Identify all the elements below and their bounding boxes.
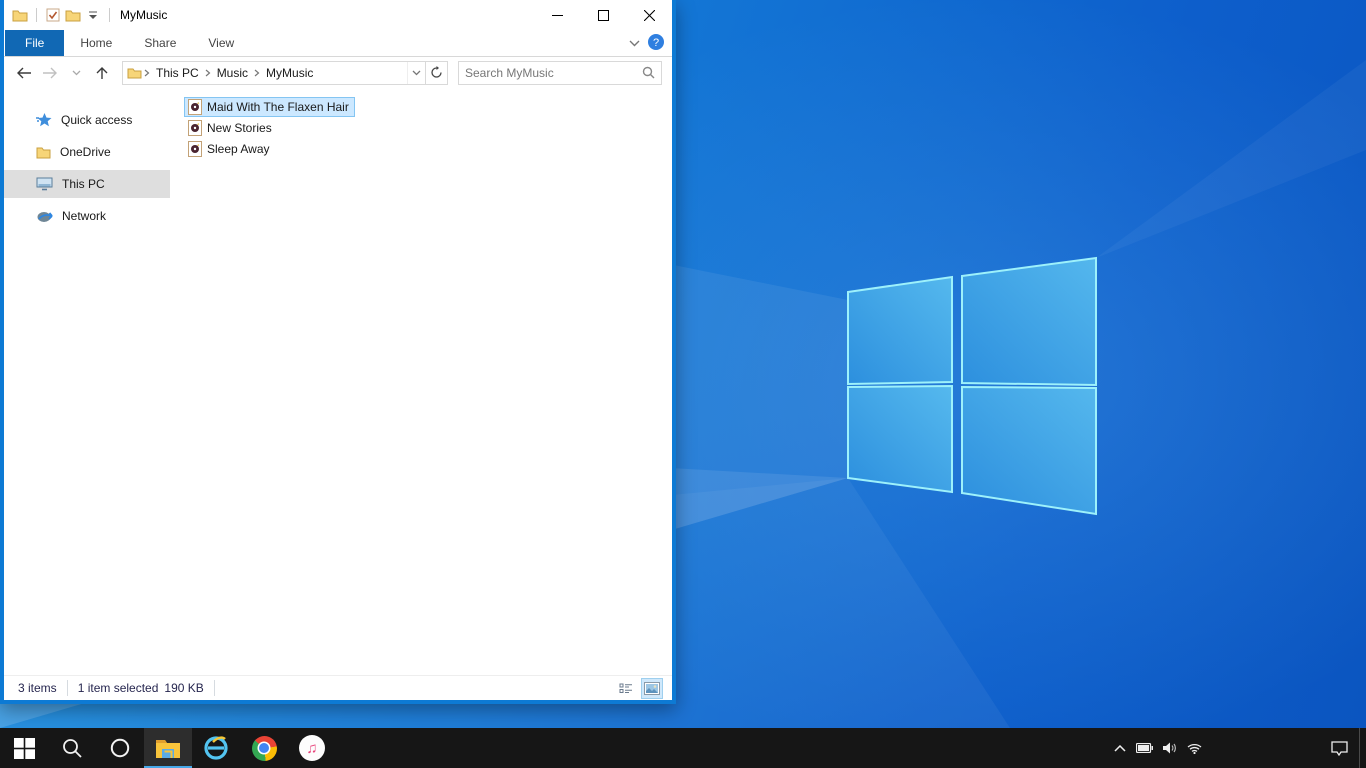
help-icon[interactable]: ? (648, 33, 664, 53)
file-list: Maid With The Flaxen Hair New Stories Sl… (170, 88, 672, 675)
file-explorer-icon (156, 740, 180, 758)
collapse-ribbon-chevron-icon[interactable] (629, 36, 640, 50)
address-dropdown-chevron-icon[interactable] (407, 61, 425, 84)
magnifier-icon[interactable] (642, 66, 655, 79)
minimize-button[interactable] (534, 0, 580, 30)
breadcrumb-chevron-icon (144, 69, 150, 76)
navigation-pane: Quick access OneDrive This PC Network (4, 88, 170, 675)
system-tray (1107, 728, 1366, 768)
up-icon[interactable] (90, 61, 114, 85)
status-selection-size: 190 KB (164, 681, 204, 695)
details-view-icon[interactable] (616, 679, 636, 698)
sidebar-item-onedrive[interactable]: OneDrive (4, 138, 170, 166)
divider (109, 8, 110, 22)
internet-explorer-icon (204, 736, 228, 760)
audio-file-icon (188, 141, 202, 157)
show-desktop-button[interactable] (1359, 728, 1366, 768)
taskbar-chrome-button[interactable] (240, 728, 288, 768)
close-button[interactable] (626, 0, 672, 30)
monitor-icon (36, 177, 53, 191)
taskbar-search-button[interactable] (48, 728, 96, 768)
tab-home[interactable]: Home (64, 30, 128, 56)
search-icon (63, 739, 82, 758)
properties-check-icon[interactable] (43, 4, 63, 26)
sidebar-item-this-pc[interactable]: This PC (4, 170, 170, 198)
volume-icon[interactable] (1157, 728, 1182, 768)
recent-chevron-icon[interactable] (64, 61, 88, 85)
qat-dropdown-icon[interactable] (83, 4, 103, 26)
itunes-icon: ♫ (299, 735, 325, 761)
taskbar-internet-explorer-button[interactable] (192, 728, 240, 768)
network-icon (37, 212, 53, 222)
file-explorer-window: MyMusic File Home Share View ? This PC M… (0, 0, 676, 704)
search-box[interactable] (458, 60, 662, 85)
title-bar: MyMusic (4, 0, 672, 30)
breadcrumb-music[interactable]: Music (213, 64, 252, 82)
status-bar: 3 items 1 item selected 190 KB (4, 675, 672, 700)
svg-text:?: ? (653, 37, 659, 49)
window-title: MyMusic (120, 8, 168, 22)
wifi-icon[interactable] (1182, 728, 1207, 768)
tab-view[interactable]: View (192, 30, 250, 56)
sidebar-item-network[interactable]: Network (4, 202, 170, 230)
system-folder-icon[interactable] (10, 4, 30, 26)
search-input[interactable] (465, 65, 642, 80)
quick-access-star-icon (36, 112, 52, 126)
refresh-icon[interactable] (425, 61, 447, 84)
forward-icon[interactable] (38, 61, 62, 85)
cortana-circle-icon (110, 738, 130, 758)
back-icon[interactable] (12, 61, 36, 85)
divider (213, 680, 215, 696)
tray-expand-chevron-icon[interactable] (1107, 728, 1132, 768)
ribbon-tabs: File Home Share View ? (4, 30, 672, 57)
file-row[interactable]: Sleep Away (184, 139, 276, 159)
breadcrumb-chevron-icon (205, 69, 211, 76)
address-folder-icon (127, 67, 142, 79)
new-folder-icon[interactable] (63, 4, 83, 26)
breadcrumb-mymusic[interactable]: MyMusic (262, 64, 317, 82)
action-center-icon[interactable] (1319, 728, 1359, 768)
breadcrumb-chevron-icon (254, 69, 260, 76)
status-item-count: 3 items (18, 681, 57, 695)
sidebar-item-quick-access[interactable]: Quick access (4, 106, 170, 134)
battery-icon[interactable] (1132, 728, 1157, 768)
breadcrumb-this-pc[interactable]: This PC (152, 64, 203, 82)
windows-logo (847, 256, 1097, 516)
navigation-bar: This PC Music MyMusic (4, 57, 672, 88)
file-row[interactable]: New Stories (184, 118, 278, 138)
taskbar-file-explorer-button[interactable] (144, 728, 192, 768)
maximize-button[interactable] (580, 0, 626, 30)
tab-file[interactable]: File (5, 30, 65, 56)
taskbar-itunes-button[interactable]: ♫ (288, 728, 336, 768)
cortana-button[interactable] (96, 728, 144, 768)
divider (66, 680, 68, 696)
address-bar[interactable]: This PC Music MyMusic (122, 60, 448, 85)
status-selection: 1 item selected (77, 681, 159, 695)
start-button[interactable] (0, 728, 48, 768)
thumbnail-view-icon[interactable] (641, 678, 663, 699)
taskbar: ♫ (0, 728, 1366, 768)
audio-file-icon (188, 99, 202, 115)
divider (36, 8, 37, 22)
tab-share[interactable]: Share (128, 30, 192, 56)
audio-file-icon (188, 120, 202, 136)
file-row-selected[interactable]: Maid With The Flaxen Hair (184, 97, 355, 117)
windows-start-icon (13, 737, 35, 759)
onedrive-folder-icon (36, 147, 51, 159)
chrome-icon (251, 735, 277, 761)
